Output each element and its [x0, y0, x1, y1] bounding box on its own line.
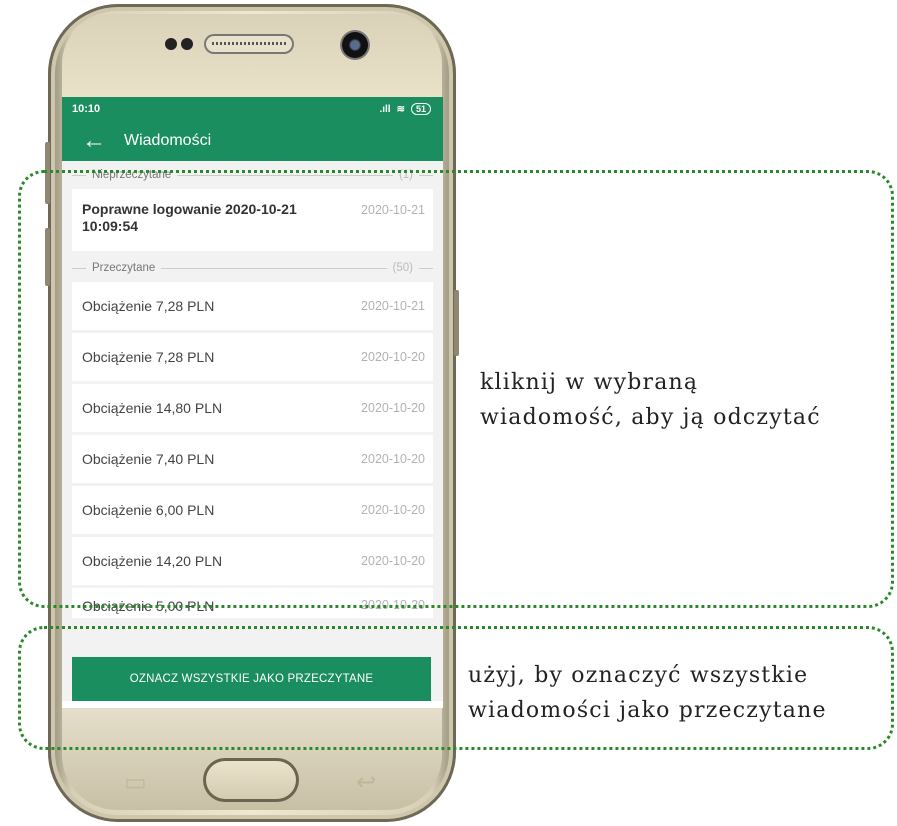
callout-list-hint: kliknij w wybraną wiadomość, aby ją odcz… [480, 365, 880, 435]
app-bar: ← Wiadomości [62, 121, 443, 161]
callout-list-hint-line: kliknij w wybraną [480, 370, 699, 395]
phone-top-bezel [62, 14, 442, 98]
battery-icon: 51 [410, 103, 431, 115]
earpiece-speaker [204, 34, 294, 54]
front-camera [340, 30, 370, 60]
signal-icon: .ıll [379, 103, 391, 115]
light-sensor [181, 38, 193, 50]
callout-button-hint: użyj, by oznaczyć wszystkie wiadomości j… [468, 658, 888, 728]
callout-button-hint-line: użyj, by oznaczyć wszystkie [468, 663, 809, 688]
proximity-sensor [165, 38, 177, 50]
page-title: Wiadomości [124, 132, 212, 149]
arrow-left-icon[interactable]: ← [82, 129, 124, 153]
recent-apps-key-icon: ▭ [124, 769, 147, 796]
status-bar: 10:10 .ıll ≋ 51 [62, 97, 443, 121]
callout-list-hint-line: wiadomość, aby ją odczytać [480, 405, 821, 430]
back-key-icon: ↩ [356, 769, 377, 796]
home-button[interactable] [203, 758, 299, 802]
wifi-icon: ≋ [396, 103, 405, 115]
status-icons: .ıll ≋ 51 [379, 103, 431, 115]
status-time: 10:10 [72, 103, 101, 115]
callout-button-hint-line: wiadomości jako przeczytane [468, 698, 827, 723]
